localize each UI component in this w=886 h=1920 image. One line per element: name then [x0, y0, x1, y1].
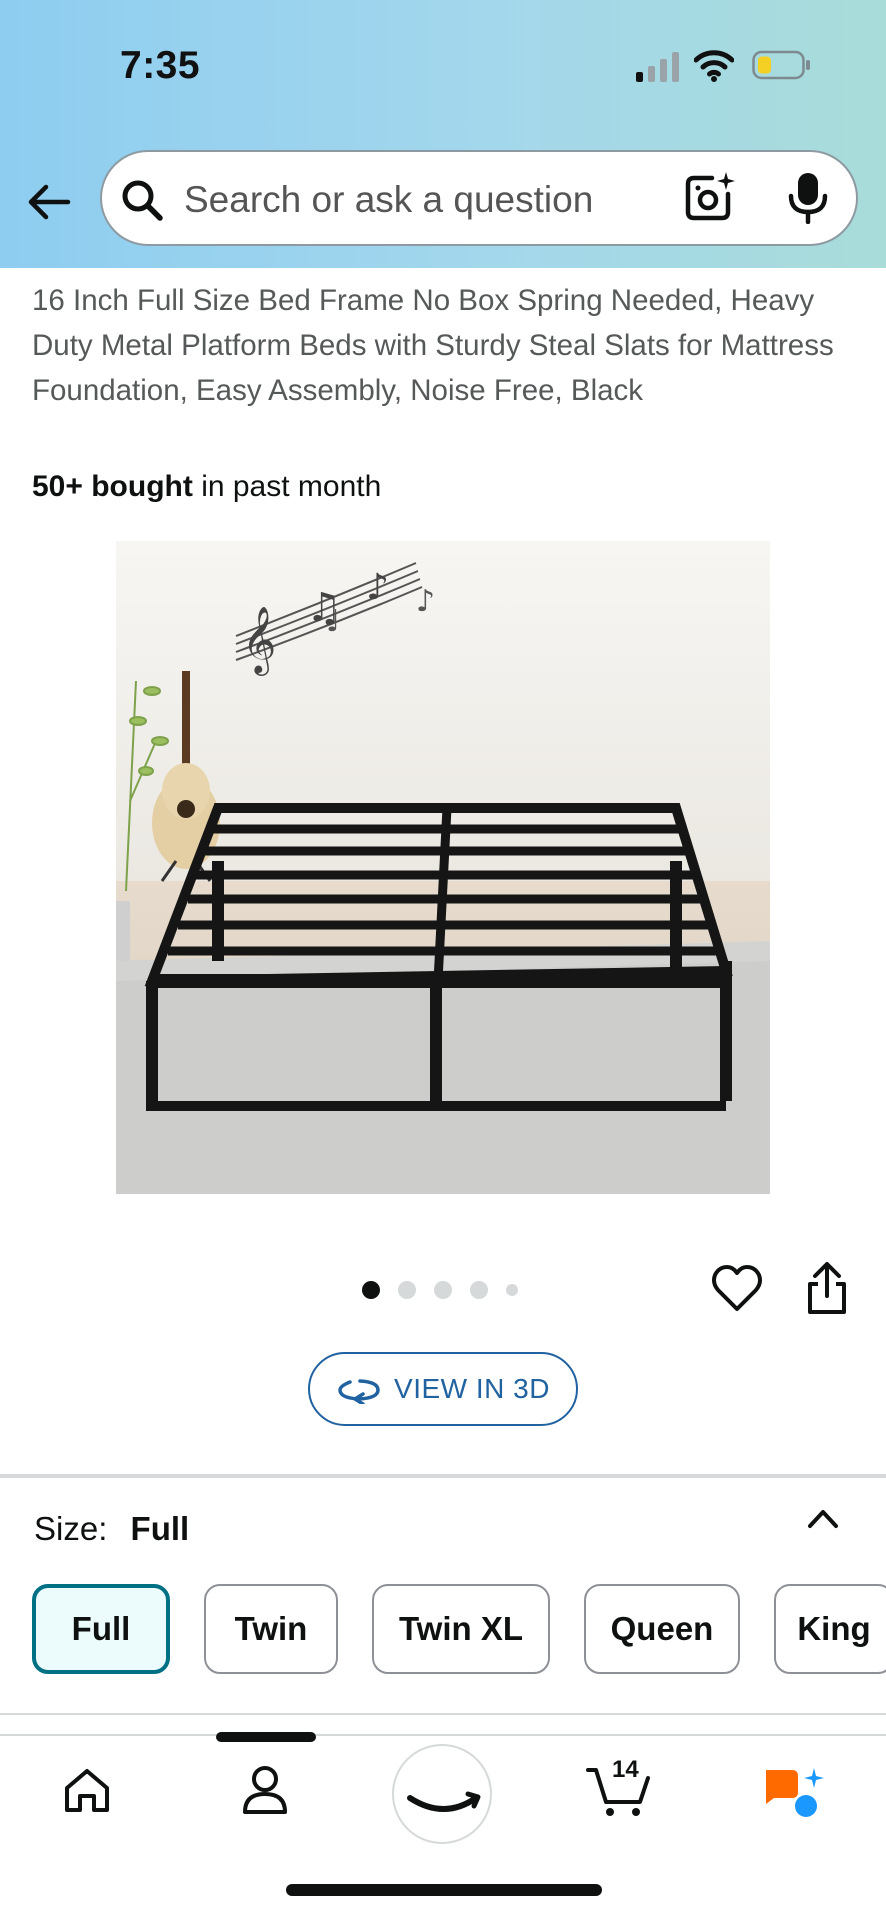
size-option-full[interactable]: Full	[32, 1584, 170, 1674]
purchase-stats: 50+ bought in past month	[32, 470, 381, 504]
home-icon[interactable]	[62, 1766, 112, 1814]
size-option-twin[interactable]: Twin	[204, 1584, 338, 1674]
svg-text:♩: ♩	[326, 604, 340, 639]
search-icon	[122, 180, 163, 221]
carousel-dot[interactable]	[362, 1281, 380, 1299]
size-option-twin-xl[interactable]: Twin XL	[372, 1584, 550, 1674]
svg-text:♪: ♪	[416, 584, 435, 619]
camera-lens-icon[interactable]	[682, 170, 736, 224]
nav-active-indicator	[216, 1732, 316, 1742]
bought-count: 50+ bought	[32, 470, 193, 503]
cart-count-badge: 14	[612, 1756, 639, 1783]
rufus-assistant-icon[interactable]	[762, 1764, 824, 1820]
section-divider	[0, 1474, 886, 1478]
wifi-icon	[694, 50, 734, 82]
back-arrow-icon[interactable]	[24, 176, 76, 228]
carousel-dot[interactable]	[398, 1281, 416, 1299]
battery-icon	[752, 50, 810, 80]
size-label: Size:	[34, 1510, 108, 1547]
size-option-king[interactable]: King	[774, 1584, 886, 1674]
image-carousel-dots[interactable]	[362, 1280, 536, 1300]
carousel-dot[interactable]	[506, 1284, 518, 1296]
microphone-icon[interactable]	[786, 170, 830, 224]
view-in-3d-label: VIEW IN 3D	[394, 1373, 550, 1404]
product-image[interactable]: 𝄞 ♫ ♪ ♩ ♪	[116, 541, 770, 1194]
search-input[interactable]	[184, 172, 644, 228]
home-indicator	[286, 1884, 602, 1896]
svg-text:𝄞: 𝄞	[242, 605, 276, 676]
chevron-up-icon[interactable]	[806, 1504, 840, 1534]
carousel-dot[interactable]	[470, 1281, 488, 1299]
share-icon[interactable]	[804, 1260, 850, 1316]
size-selected-value: Full	[130, 1510, 190, 1547]
bought-suffix: in past month	[201, 470, 382, 503]
amazon-smile-button[interactable]	[392, 1744, 492, 1844]
heart-icon[interactable]	[710, 1262, 764, 1316]
size-options: Full Twin Twin XL Queen King	[32, 1584, 886, 1674]
bed-frame-illustration: 𝄞 ♫ ♪ ♩ ♪	[116, 541, 770, 1194]
status-time: 7:35	[120, 44, 201, 87]
product-title: 16 Inch Full Size Bed Frame No Box Sprin…	[32, 284, 834, 407]
user-icon[interactable]	[240, 1764, 290, 1816]
view-in-3d-button[interactable]: VIEW IN 3D	[308, 1352, 578, 1426]
carousel-dot[interactable]	[434, 1281, 452, 1299]
svg-text:♪: ♪	[366, 567, 389, 608]
amazon-smile-icon	[407, 1791, 481, 1812]
rotate-3d-icon	[338, 1379, 380, 1404]
app-header: 7:35	[0, 0, 886, 268]
size-option-queen[interactable]: Queen	[584, 1584, 740, 1674]
cellular-signal-icon	[636, 52, 679, 82]
section-divider	[0, 1713, 886, 1715]
size-selector-header[interactable]: Size: Full	[34, 1510, 189, 1548]
